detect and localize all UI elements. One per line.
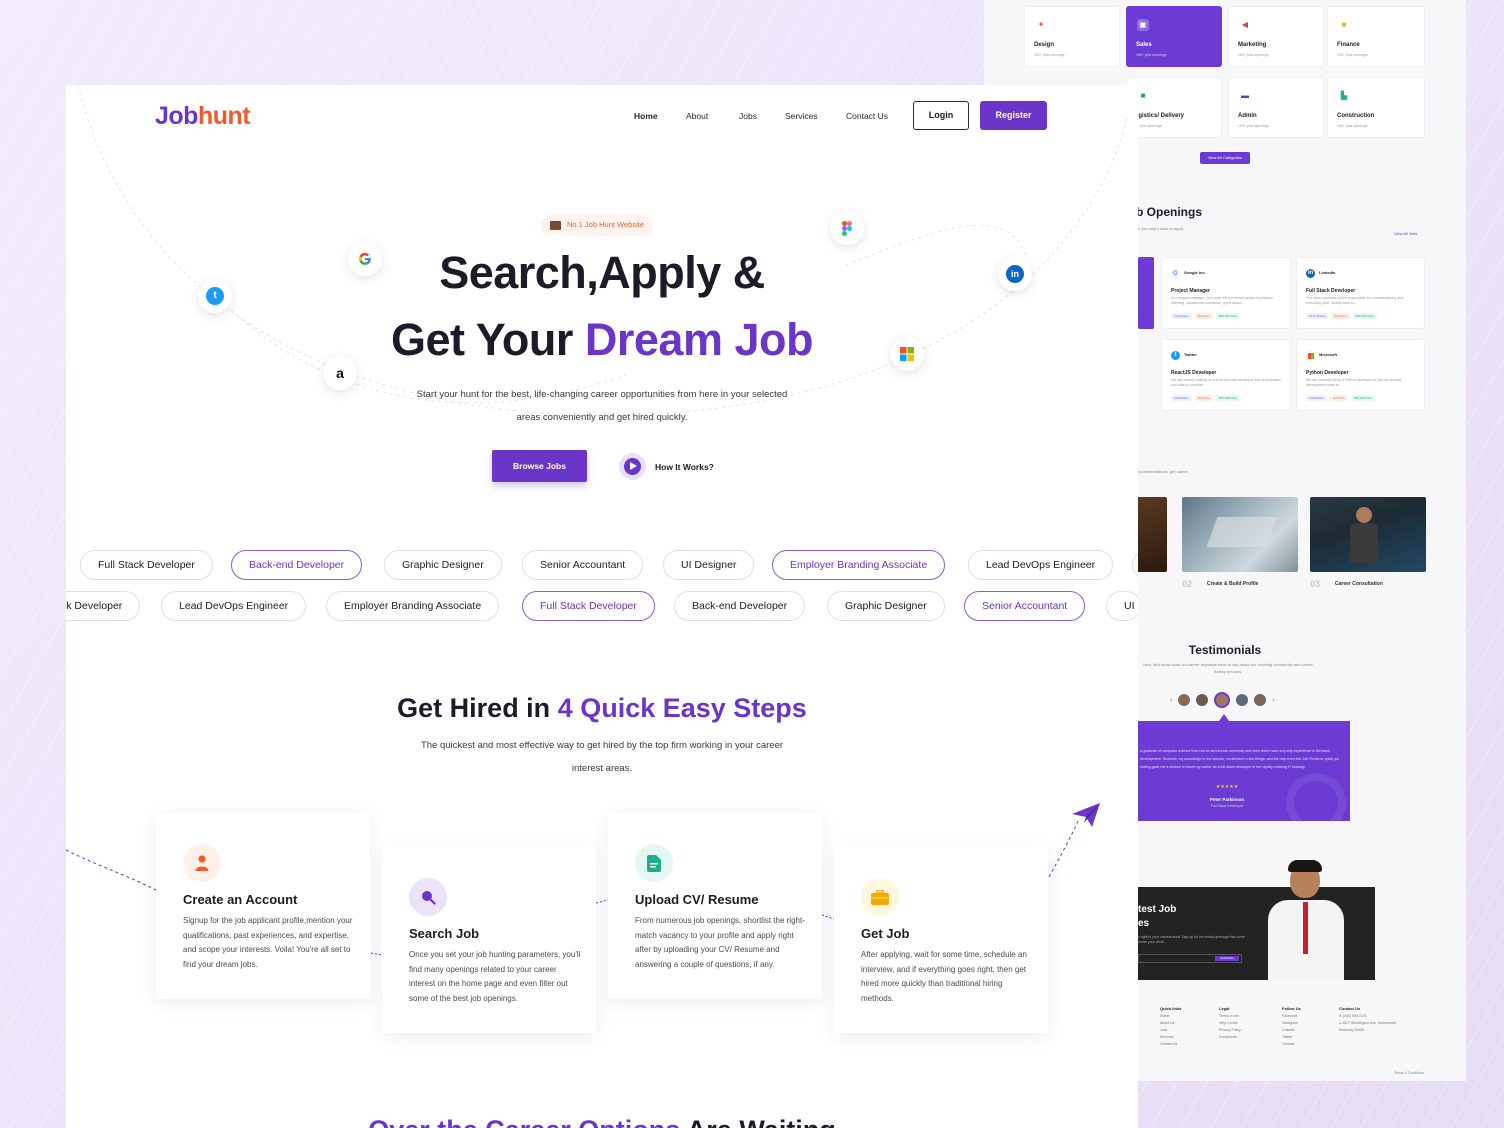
job-tag-chip[interactable]: UI Designer: [663, 550, 755, 580]
job-card[interactable]: G Google Inc. Project Manager It's compa…: [1161, 257, 1291, 329]
briefcase-icon: [550, 220, 561, 230]
category-card-finance[interactable]: ■ Finance 200+ jobs openings: [1327, 6, 1425, 67]
wallet-icon: ■: [1341, 20, 1347, 29]
job-tag-chip[interactable]: Lead DevOps Engineer: [161, 591, 307, 621]
nav-jobs[interactable]: Jobs: [739, 111, 757, 121]
monitor-icon: ▬: [1241, 91, 1249, 100]
category-card-sales[interactable]: ▣ Sales 180+ jobs openings: [1126, 6, 1222, 67]
featured-job-card-edge: [1138, 257, 1154, 329]
sales-icon: ▣: [1137, 19, 1149, 31]
job-tag-chip[interactable]: Back-end Developer: [231, 550, 363, 580]
avatar[interactable]: [1254, 694, 1267, 706]
job-card[interactable]: in LinkedIn Full Stack Developer The ide…: [1296, 257, 1425, 329]
footer-legal: Legal Terms of use Help Centre Privacy P…: [1219, 1006, 1241, 1039]
job-tag-chip[interactable]: Senior Accountant: [964, 591, 1086, 621]
how-it-works-button[interactable]: How It Works?: [619, 453, 714, 480]
search-icon: [409, 878, 447, 916]
hero-subtitle: Start your hunt for the best, life-chang…: [416, 389, 788, 423]
avatar[interactable]: [1178, 694, 1191, 706]
job-tag-chip[interactable]: Lead DevOps Engineer: [968, 550, 1114, 580]
hero-headline-line1: Search,Apply &: [439, 247, 765, 298]
category-card-construction[interactable]: ▙ Construction 200+ jobs openings: [1327, 77, 1425, 138]
job-tag-chip[interactable]: Graphic Designer: [827, 591, 945, 621]
jobhunt-logo[interactable]: Jobhunt: [155, 102, 251, 131]
chevron-right-icon[interactable]: ›: [1272, 697, 1274, 704]
photo-partial: [1136, 497, 1167, 572]
step-card-create-account[interactable]: Create an Account Signup for the job app…: [156, 813, 370, 999]
truck-icon: ■: [1140, 91, 1146, 100]
linkedin-icon: in: [1306, 269, 1315, 278]
newsletter-banner: test Job es s right in your interest are…: [1136, 860, 1375, 980]
microsoft-icon: [1306, 351, 1315, 360]
job-openings-title: b Openings: [1136, 205, 1202, 219]
nav-services[interactable]: Services: [785, 111, 818, 121]
user-icon: [183, 844, 221, 882]
step-card-upload-cv[interactable]: Upload CV/ Resume From numerous job open…: [608, 813, 822, 999]
category-card-admin[interactable]: ▬ Admin 100+ jobs openings: [1228, 77, 1324, 138]
paper-plane-icon: [1072, 803, 1102, 834]
photo-consultation: [1310, 497, 1426, 572]
footer-follow-us: Follow Us Facebook Instagram LinkedIn Tw…: [1282, 1006, 1301, 1046]
job-card[interactable]: Microsoft Python Developer We are curren…: [1296, 339, 1425, 411]
avatar-active[interactable]: [1214, 692, 1231, 708]
megaphone-icon: ◀: [1241, 20, 1249, 29]
job-tag-chip[interactable]: Senior Accountant: [522, 550, 644, 580]
hero-headline-line2: Get Your Dream Job: [391, 314, 813, 365]
register-button[interactable]: Register: [980, 101, 1047, 130]
steps-title: Get Hired in 4 Quick Easy Steps: [397, 693, 807, 723]
job-tag-chip[interactable]: Employer Branding Associate: [772, 550, 946, 580]
document-icon: [635, 844, 673, 882]
view-all-jobs-link[interactable]: View All Jobs: [1394, 231, 1418, 236]
nav-home[interactable]: Home: [634, 111, 658, 121]
footer-contact: Contact Us ✆ (440) 555-0101 ● 4517 Washi…: [1339, 1006, 1397, 1032]
person-photo: [1266, 860, 1346, 980]
career-options-title: Over the Career Options Are Waiting: [66, 1115, 1138, 1128]
figma-icon: [830, 211, 864, 245]
avatar[interactable]: [1196, 694, 1209, 706]
job-tag-chip[interactable]: Graphic Designer: [384, 550, 502, 580]
step-card-search-job[interactable]: Search Job Once you set your job hunting…: [382, 847, 596, 1033]
job-card[interactable]: t Twitter ReactJS Developer We are activ…: [1161, 339, 1291, 411]
category-card-design[interactable]: ✦ Design 200+ jobs openings: [1024, 6, 1120, 67]
footer-quick-links: Quick links Home About Us Jobs Services …: [1160, 1006, 1182, 1046]
job-tag-chip[interactable]: Full Stack Developer: [80, 550, 213, 580]
browse-jobs-button[interactable]: Browse Jobs: [492, 450, 587, 482]
job-tag-chip[interactable]: Employer Branding Associate: [326, 591, 500, 621]
job-tag-chip[interactable]: ck Developer: [66, 591, 141, 621]
chevron-left-icon[interactable]: ‹: [1170, 697, 1172, 704]
briefcase-icon: [861, 878, 899, 916]
photo-laptop: [1182, 497, 1298, 572]
job-tag-chip[interactable]: Full Stack Developer: [522, 591, 655, 621]
top-badge: No.1 Job Hunt Website: [540, 214, 654, 236]
job-tag-chip[interactable]: UI I: [1106, 591, 1138, 621]
twitter-icon: t: [1171, 351, 1180, 360]
main-landing-page: Jobhunt Home About Jobs Services Contact…: [66, 85, 1138, 1128]
job-tag-chip[interactable]: Back-end Developer: [674, 591, 806, 621]
login-button[interactable]: Login: [913, 101, 969, 130]
google-icon: G: [1171, 269, 1180, 278]
testimonial-avatars: ‹ ›: [1170, 692, 1275, 708]
testimonial-card: a graduate of computer science from not …: [1136, 721, 1350, 833]
nav-contact-us[interactable]: Contact Us: [846, 111, 888, 121]
step-card-get-job[interactable]: Get Job After applying, wait for some ti…: [834, 847, 1048, 1033]
subscribe-button[interactable]: Subscribe: [1215, 956, 1239, 961]
avatar[interactable]: [1236, 694, 1249, 706]
view-all-categories-button[interactable]: View All Categories: [1200, 152, 1250, 164]
design-icon: ✦: [1037, 20, 1045, 29]
email-input[interactable]: Subscribe: [1138, 954, 1242, 963]
category-card-marketing[interactable]: ◀ Marketing 160+ jobs openings: [1228, 6, 1324, 67]
nav-about[interactable]: About: [686, 111, 708, 121]
category-card-logistics[interactable]: ■ Logistics/ Delivery 150+ jobs openings: [1126, 77, 1222, 138]
play-icon: [619, 453, 646, 480]
building-icon: ▙: [1340, 91, 1348, 100]
steps-subtitle: The quickest and most effective way to g…: [420, 740, 784, 774]
